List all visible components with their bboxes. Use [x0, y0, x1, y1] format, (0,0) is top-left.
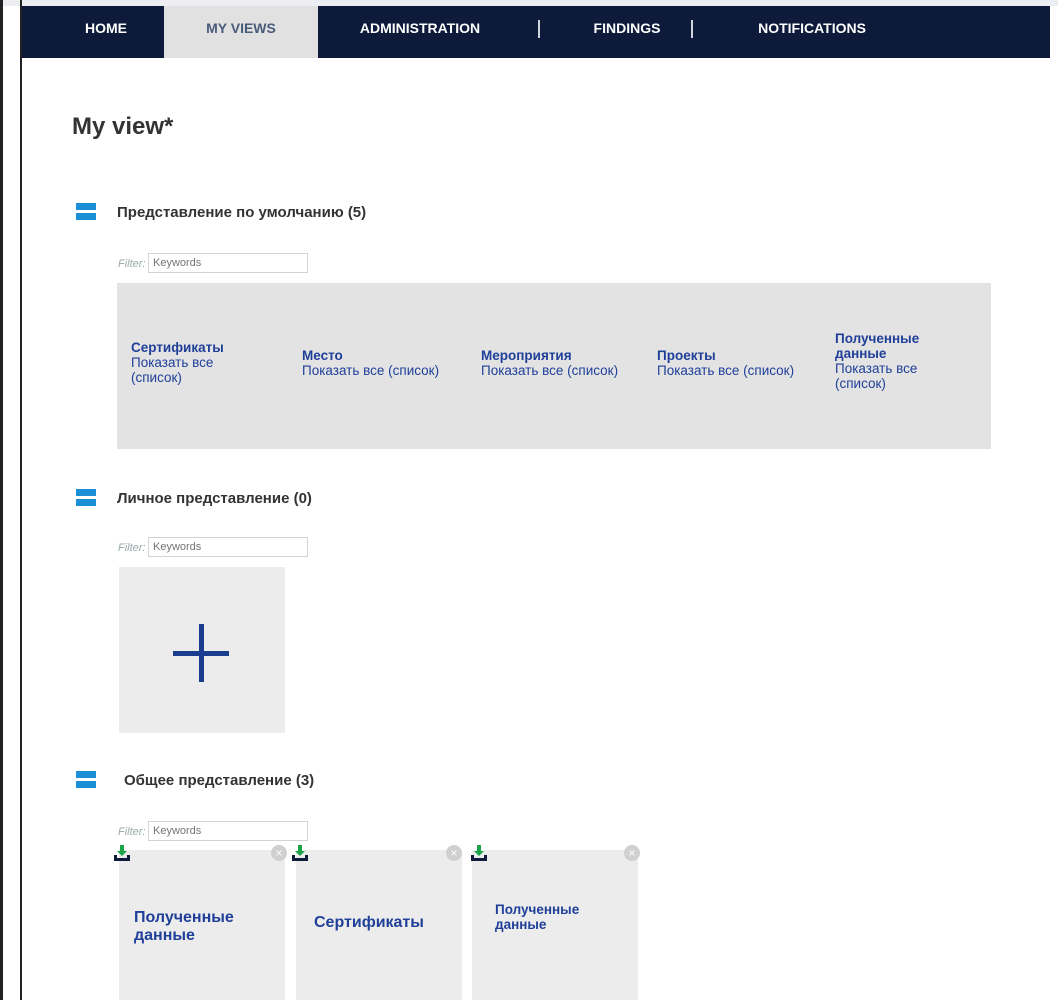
default-view-column: Мероприятия Показать все (список) [481, 348, 651, 378]
close-icon[interactable]: × [446, 845, 462, 861]
nav-notifications[interactable]: NOTIFICATIONS [712, 6, 912, 58]
tile-title: Полученные данные [134, 909, 234, 944]
filter-label: Filter: [118, 826, 146, 838]
show-all-link[interactable]: Показать все (список) [131, 355, 251, 385]
collapse-icon[interactable] [76, 203, 96, 220]
show-all-link[interactable]: Показать все (список) [835, 361, 955, 391]
nav-separator [538, 20, 540, 38]
filter-label: Filter: [118, 258, 146, 270]
nav-home[interactable]: HOME [50, 6, 162, 58]
download-icon[interactable] [470, 844, 488, 862]
column-title: Проекты [657, 348, 716, 363]
filter-input[interactable] [148, 821, 308, 841]
filter-input[interactable] [148, 537, 308, 557]
plus-icon [199, 624, 204, 682]
download-icon[interactable] [113, 844, 131, 862]
default-view-column: Полученные данные Показать все (список) [835, 331, 955, 391]
default-view-column: Сертификаты Показать все (список) [131, 340, 281, 385]
filter-input[interactable] [148, 253, 308, 273]
nav-separator [691, 20, 693, 38]
close-icon[interactable]: × [624, 845, 640, 861]
column-title: Место [302, 348, 343, 363]
tile-title: Сертификаты [314, 914, 424, 931]
close-icon[interactable]: × [271, 845, 287, 861]
collapse-icon[interactable] [76, 771, 96, 788]
page-title: My view* [72, 113, 174, 140]
column-title: Мероприятия [481, 348, 572, 363]
collapse-icon[interactable] [76, 489, 96, 506]
nav-administration[interactable]: ADMINISTRATION [320, 6, 520, 58]
default-view-title: Представление по умолчанию (5) [117, 204, 367, 221]
filter-label: Filter: [118, 542, 146, 554]
show-all-link[interactable]: Показать все (список) [481, 363, 651, 378]
tile-title: Полученные данные [495, 902, 580, 932]
personal-view-title: Личное представление (0) [117, 490, 312, 507]
column-title: Сертификаты [131, 340, 224, 355]
window-frame-inner [20, 0, 22, 1000]
default-view-column: Место Показать все (список) [302, 348, 472, 378]
nav-findings[interactable]: FINDINGS [562, 6, 692, 58]
show-all-link[interactable]: Показать все (список) [657, 363, 827, 378]
download-icon[interactable] [291, 844, 309, 862]
show-all-link[interactable]: Показать все (список) [302, 363, 472, 378]
nav-my-views[interactable]: MY VIEWS [164, 6, 318, 58]
shared-view-title: Общее представление (3) [124, 772, 315, 789]
window-frame [0, 0, 3, 1000]
default-view-column: Проекты Показать все (список) [657, 348, 827, 378]
main-nav: HOME MY VIEWS ADMINISTRATION FINDINGS NO… [22, 6, 1050, 58]
column-title: Полученные данные [835, 331, 920, 361]
